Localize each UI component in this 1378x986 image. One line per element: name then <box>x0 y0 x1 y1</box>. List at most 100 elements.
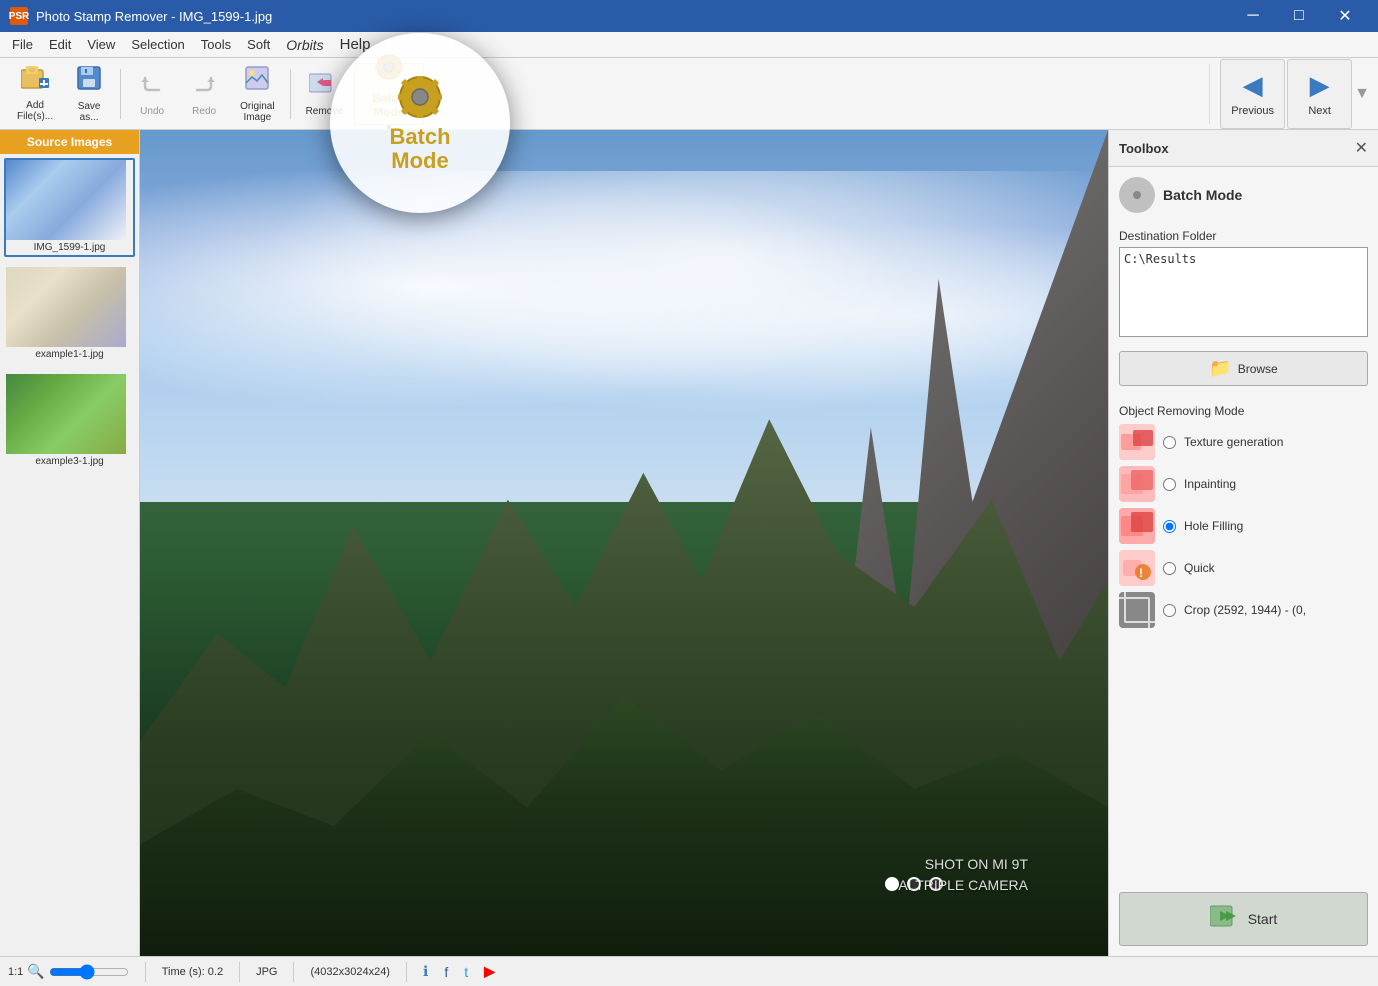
add-files-icon <box>21 66 49 96</box>
toolbox-header: Toolbox ✕ <box>1109 130 1378 167</box>
toolbox-close-button[interactable]: ✕ <box>1355 138 1368 158</box>
browse-folder-icon: 📁 <box>1209 358 1231 379</box>
source-image-item-1[interactable]: IMG_1599-1.jpg <box>4 158 135 257</box>
info-icon[interactable]: ℹ <box>423 963 428 980</box>
save-icon <box>76 65 102 97</box>
previous-button[interactable]: ◀ Previous <box>1220 59 1285 129</box>
next-button[interactable]: ▶ Next <box>1287 59 1352 129</box>
batch-mode-title: Batch Mode <box>1163 187 1242 203</box>
mode-option-crop[interactable]: Crop (2592, 1944) - (0, <box>1119 592 1368 628</box>
status-format: JPG <box>256 966 277 978</box>
add-files-label: Add File(s)... <box>17 100 53 122</box>
status-bar: 1:1 🔍 Time (s): 0.2 JPG (4032x3024x24) ℹ… <box>0 956 1378 986</box>
source-image-name-1: IMG_1599-1.jpg <box>6 240 133 255</box>
add-files-button[interactable]: Add File(s)... <box>8 63 62 125</box>
mode-option-texture[interactable]: Texture generation <box>1119 424 1368 460</box>
toolbar-sep-3 <box>1209 64 1210 124</box>
mode-options: Texture generation Inpainting <box>1119 424 1368 628</box>
crop-radio[interactable] <box>1163 604 1176 617</box>
crop-label: Crop (2592, 1944) - (0, <box>1184 603 1306 617</box>
menu-help[interactable]: Help <box>332 34 379 55</box>
source-panel-header: Source Images <box>0 130 139 154</box>
status-sep-1 <box>145 962 146 982</box>
undo-button[interactable]: Undo <box>127 63 177 125</box>
status-sep-4 <box>406 962 407 982</box>
watermark-line2: AI TRIPLE CAMERA <box>898 875 1028 896</box>
inpainting-radio[interactable] <box>1163 478 1176 491</box>
redo-button[interactable]: Redo <box>179 63 229 125</box>
status-sep-2 <box>239 962 240 982</box>
browse-button[interactable]: 📁 Browse <box>1119 351 1368 386</box>
minimize-button[interactable]: ─ <box>1230 0 1276 32</box>
next-label: Next <box>1308 105 1331 117</box>
window-title: Photo Stamp Remover - IMG_1599-1.jpg <box>36 9 272 24</box>
menu-soft[interactable]: Soft <box>239 35 278 54</box>
hole-filling-label: Hole Filling <box>1184 519 1243 533</box>
redo-label: Redo <box>192 106 216 117</box>
mode-option-hole-filling[interactable]: Hole Filling <box>1119 508 1368 544</box>
toolbar-sep-2 <box>290 69 291 119</box>
menu-selection[interactable]: Selection <box>123 35 192 54</box>
browse-label: Browse <box>1238 362 1278 376</box>
source-images-list: IMG_1599-1.jpg example1-1.jpg example3-1… <box>0 154 139 956</box>
remove-button[interactable]: Remove <box>297 63 352 125</box>
watermark-line1: SHOT ON MI 9T <box>898 854 1028 875</box>
zoom-icon: 🔍 <box>27 963 44 980</box>
menu-tools[interactable]: Tools <box>193 35 239 54</box>
cloud-layer <box>140 171 1108 460</box>
zoom-controls: 1:1 🔍 <box>8 963 129 980</box>
source-panel: Source Images IMG_1599-1.jpg example1-1.… <box>0 130 140 956</box>
status-dimensions: (4032x3024x24) <box>310 966 390 978</box>
source-image-item-3[interactable]: example3-1.jpg <box>4 372 135 471</box>
status-sep-3 <box>293 962 294 982</box>
menu-view[interactable]: View <box>79 35 123 54</box>
dest-folder-input[interactable] <box>1119 247 1368 337</box>
zoom-slider[interactable] <box>49 964 129 980</box>
source-image-item-2[interactable]: example1-1.jpg <box>4 265 135 364</box>
mode-option-inpainting[interactable]: Inpainting <box>1119 466 1368 502</box>
mode-option-quick[interactable]: ! Quick <box>1119 550 1368 586</box>
toolbar: Add File(s)... Save as... Undo <box>0 58 1378 130</box>
quick-icon: ! <box>1119 550 1155 586</box>
menu-edit[interactable]: Edit <box>41 35 79 54</box>
inpaint-icon <box>1119 466 1155 502</box>
dest-folder-section: Destination Folder <box>1119 229 1368 337</box>
batch-mode-label: Batch Mode <box>372 91 405 119</box>
quick-radio[interactable] <box>1163 562 1176 575</box>
dot-1 <box>885 877 899 891</box>
texture-radio[interactable] <box>1163 436 1176 449</box>
image-canvas[interactable]: SHOT ON MI 9T AI TRIPLE CAMERA <box>140 130 1108 956</box>
remove-icon <box>309 70 339 102</box>
batch-mode-section-header: Batch Mode <box>1119 177 1368 213</box>
menu-file[interactable]: File <box>4 35 41 54</box>
save-as-button[interactable]: Save as... <box>64 63 114 125</box>
youtube-icon[interactable]: ▶ <box>484 963 495 980</box>
batch-mode-button[interactable]: Batch Mode ▼ <box>354 63 424 125</box>
maximize-button[interactable]: □ <box>1276 0 1322 32</box>
previous-label: Previous <box>1231 105 1274 117</box>
source-image-thumb-2 <box>6 267 126 347</box>
batch-gear-icon <box>1119 177 1155 213</box>
toolbar-expand-icon[interactable]: ▼ <box>1354 85 1370 103</box>
menu-bar: File Edit View Selection Tools Soft Orbi… <box>0 32 1378 58</box>
toolbox-title: Toolbox <box>1119 141 1169 156</box>
original-image-label: Original Image <box>240 101 274 123</box>
toolbar-sep-1 <box>120 69 121 119</box>
texture-label: Texture generation <box>1184 435 1283 449</box>
twitter-icon[interactable]: t <box>464 964 468 980</box>
start-button[interactable]: Start <box>1119 892 1368 946</box>
previous-arrow-icon: ◀ <box>1243 70 1263 101</box>
crop-icon <box>1119 592 1155 628</box>
close-button[interactable]: ✕ <box>1322 0 1368 32</box>
next-arrow-icon: ▶ <box>1310 70 1330 101</box>
hole-filling-icon <box>1119 508 1155 544</box>
source-image-thumb-1 <box>6 160 126 240</box>
hole-filling-radio[interactable] <box>1163 520 1176 533</box>
facebook-icon[interactable]: f <box>444 964 448 980</box>
title-bar-left: PSR Photo Stamp Remover - IMG_1599-1.jpg <box>10 7 272 25</box>
start-label: Start <box>1248 911 1278 927</box>
original-image-button[interactable]: Original Image <box>231 63 283 125</box>
menu-orbits[interactable]: Orbits <box>278 35 331 55</box>
batch-mode-icon <box>373 53 405 87</box>
source-image-thumb-3 <box>6 374 126 454</box>
